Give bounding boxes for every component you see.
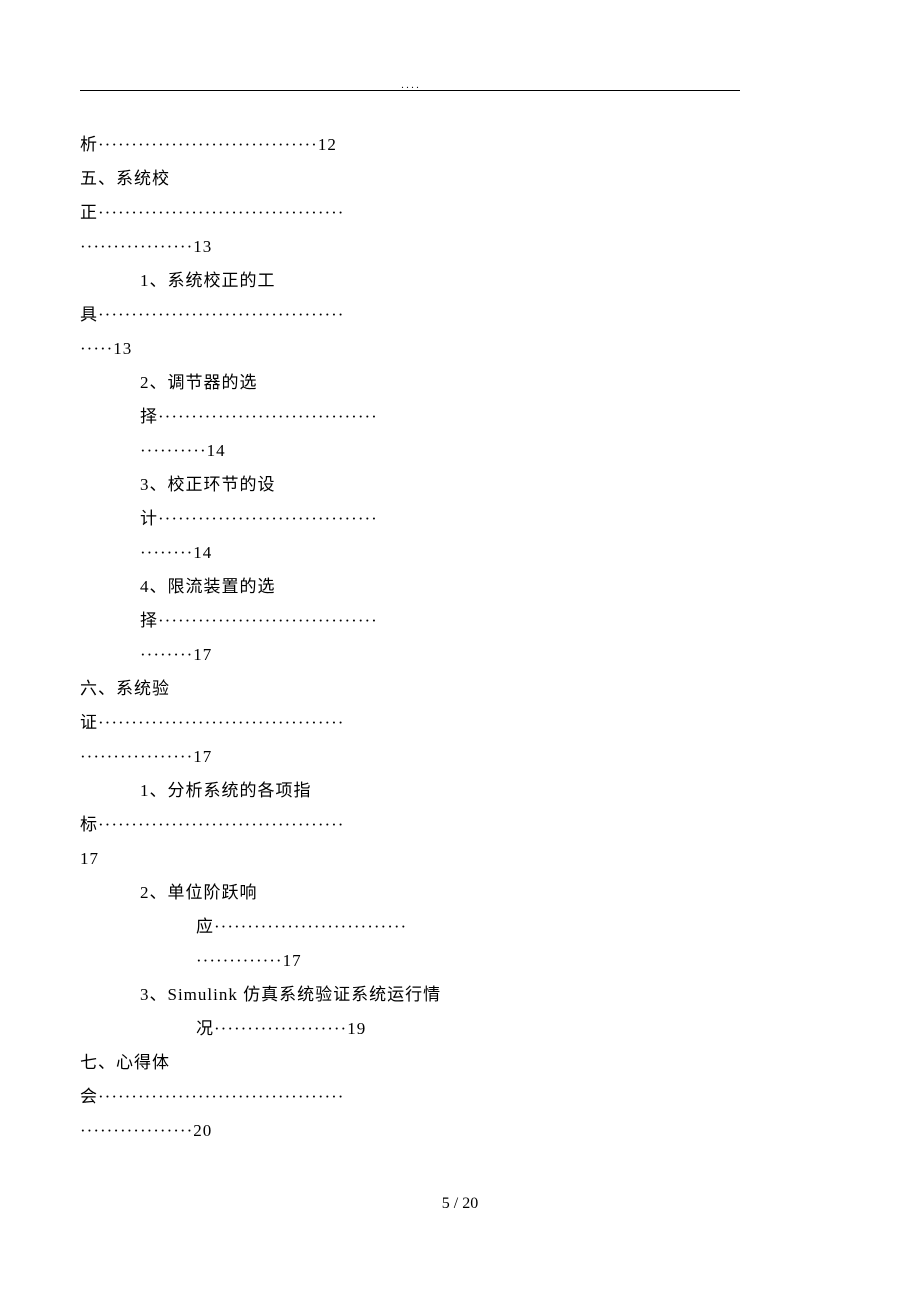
toc-line: 择································· bbox=[80, 400, 760, 434]
toc-line: 况····················19 bbox=[80, 1012, 760, 1046]
page-number: 5 / 20 bbox=[0, 1188, 920, 1220]
document-page: . . . . 析·······························… bbox=[0, 0, 920, 1300]
toc-line: ·················17 bbox=[80, 740, 760, 774]
toc-line: ·············17 bbox=[80, 944, 760, 978]
toc-line: 五、系统校 bbox=[80, 162, 760, 196]
toc-line: 标····································· bbox=[80, 808, 760, 842]
toc-line: 具····································· bbox=[80, 298, 760, 332]
toc-line: 会····································· bbox=[80, 1080, 760, 1114]
toc-line: 择································· bbox=[80, 604, 760, 638]
header-spacing-dots: . . . . bbox=[80, 76, 740, 96]
toc-line: 2、单位阶跃响 bbox=[80, 876, 760, 910]
toc-line: 1、系统校正的工 bbox=[80, 264, 760, 298]
toc-line: 应····························· bbox=[80, 910, 760, 944]
toc-line: 计································· bbox=[80, 502, 760, 536]
toc-line: ·················20 bbox=[80, 1114, 760, 1148]
toc-line: ·····13 bbox=[80, 332, 760, 366]
toc-content: 析·································12五、系统… bbox=[80, 128, 760, 1148]
toc-line: 正····································· bbox=[80, 196, 760, 230]
toc-line: 4、限流装置的选 bbox=[80, 570, 760, 604]
toc-line: ········17 bbox=[80, 638, 760, 672]
toc-line: 七、心得体 bbox=[80, 1046, 760, 1080]
toc-line: 析·································12 bbox=[80, 128, 760, 162]
toc-line: 17 bbox=[80, 842, 760, 876]
toc-line: 3、Simulink 仿真系统验证系统运行情 bbox=[80, 978, 760, 1012]
toc-line: ········14 bbox=[80, 536, 760, 570]
toc-line: ··········14 bbox=[80, 434, 760, 468]
toc-line: 3、校正环节的设 bbox=[80, 468, 760, 502]
header-rule bbox=[80, 90, 740, 91]
toc-line: ·················13 bbox=[80, 230, 760, 264]
toc-line: 六、系统验 bbox=[80, 672, 760, 706]
toc-line: 2、调节器的选 bbox=[80, 366, 760, 400]
toc-line: 1、分析系统的各项指 bbox=[80, 774, 760, 808]
toc-line: 证····································· bbox=[80, 706, 760, 740]
